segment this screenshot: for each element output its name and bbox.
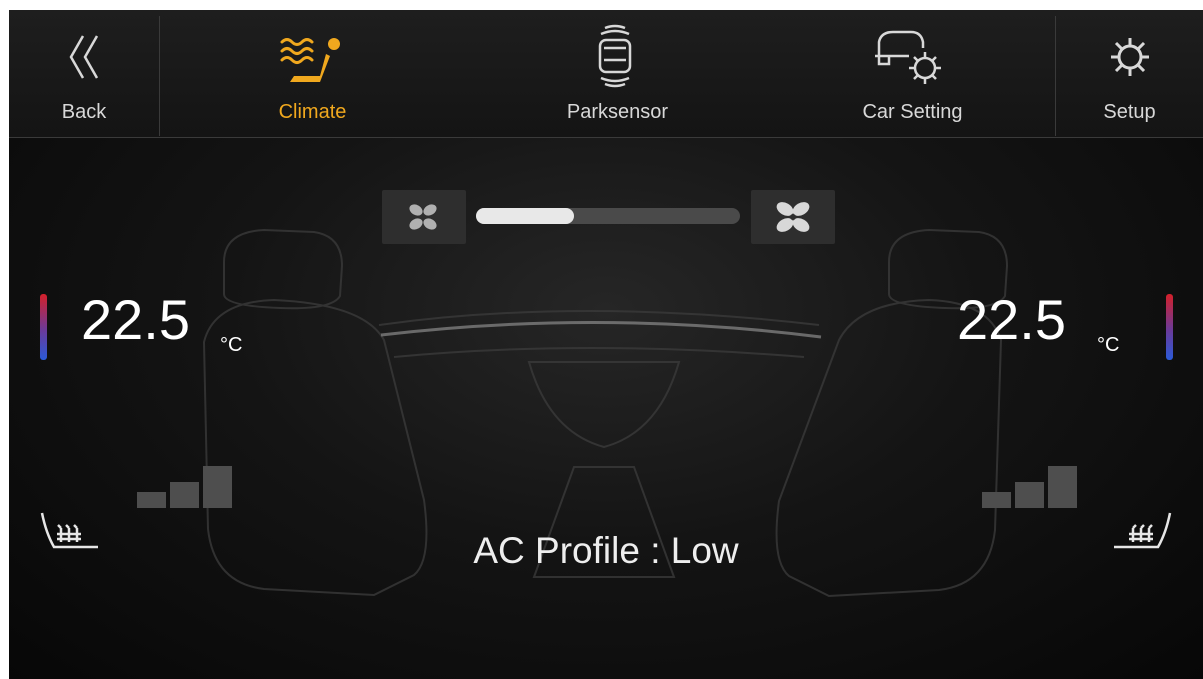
heat-step bbox=[1015, 482, 1044, 508]
heat-step bbox=[1048, 466, 1077, 508]
fan-increase-button[interactable] bbox=[751, 190, 835, 244]
tab-parksensor[interactable]: Parksensor bbox=[465, 10, 770, 137]
fan-speed-fill bbox=[476, 208, 574, 224]
left-temperature[interactable]: 22.5 bbox=[81, 292, 190, 348]
left-temp-color-bar bbox=[40, 294, 47, 360]
fan-high-icon bbox=[776, 202, 810, 232]
heat-step bbox=[982, 492, 1011, 508]
right-temperature[interactable]: 22.5 bbox=[957, 292, 1066, 348]
right-temp-unit: °C bbox=[1097, 334, 1120, 356]
back-button[interactable]: Back bbox=[9, 10, 159, 137]
right-temp-color-bar bbox=[1166, 294, 1173, 360]
tab-car-setting[interactable]: Car Setting bbox=[770, 10, 1055, 137]
ac-profile-label[interactable]: AC Profile : Low bbox=[9, 530, 1203, 572]
car-setting-label: Car Setting bbox=[862, 101, 963, 123]
fan-speed-slider[interactable] bbox=[476, 208, 740, 224]
park-sensor-icon bbox=[598, 24, 632, 88]
left-temp-unit: °C bbox=[220, 334, 243, 356]
gear-icon bbox=[1111, 38, 1149, 76]
top-nav-bar: Back Climate Parksensor Car Setting Setu… bbox=[9, 10, 1203, 138]
climate-screen: Back Climate Parksensor Car Setting Setu… bbox=[9, 10, 1203, 679]
tab-climate[interactable]: Climate bbox=[160, 10, 465, 137]
heat-step bbox=[170, 482, 199, 508]
heat-step bbox=[203, 466, 232, 508]
parksensor-label: Parksensor bbox=[566, 101, 669, 123]
car-gear-icon bbox=[875, 30, 941, 84]
setup-label: Setup bbox=[1103, 101, 1156, 123]
fan-low-icon bbox=[409, 204, 437, 230]
climate-label: Climate bbox=[278, 101, 347, 123]
double-chevron-left-icon bbox=[69, 35, 99, 79]
tab-setup[interactable]: Setup bbox=[1056, 10, 1203, 137]
heat-step bbox=[137, 492, 166, 508]
climate-icon bbox=[280, 38, 340, 82]
back-label: Back bbox=[61, 101, 107, 123]
fan-decrease-button[interactable] bbox=[382, 190, 466, 244]
